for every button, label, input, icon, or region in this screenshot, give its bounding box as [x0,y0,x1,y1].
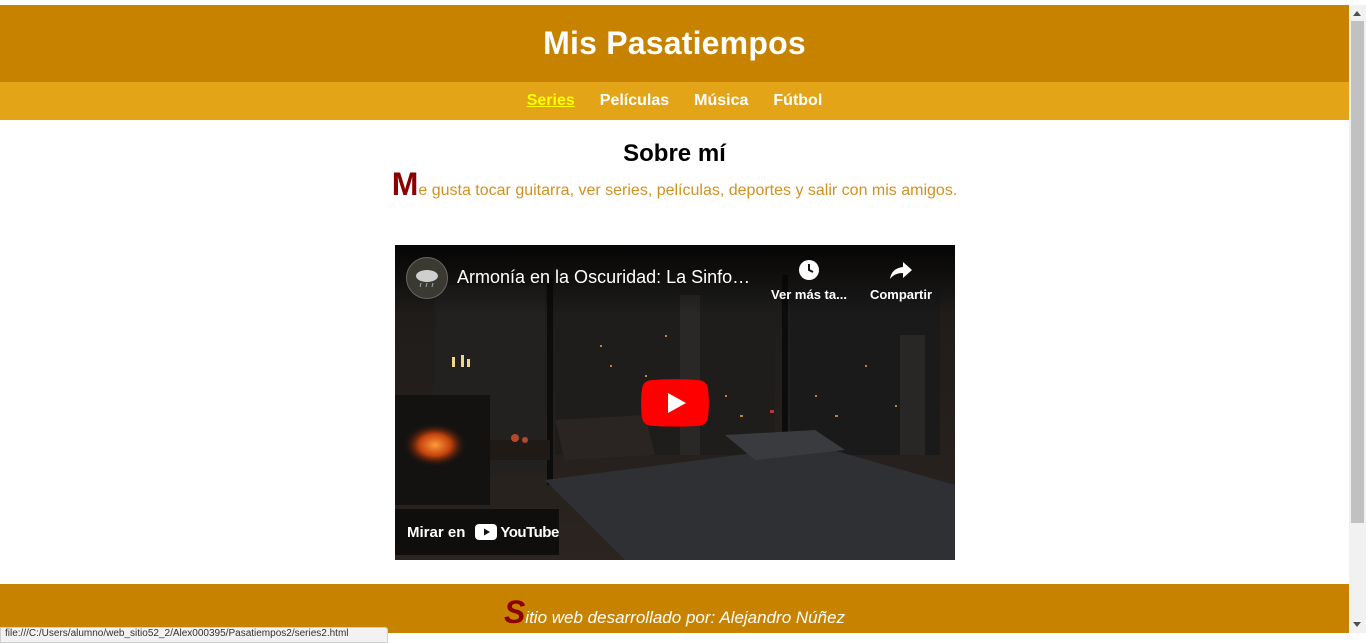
site-header: Mis Pasatiempos [0,5,1349,82]
footer-dropcap: S [503,594,526,630]
nav-link-musica[interactable]: Música [694,92,748,110]
about-dropcap: M [391,166,419,202]
cloud-rain-icon [416,270,438,288]
site-footer: Sitio web desarrollado por: Alejandro Nú… [0,584,1349,633]
play-button-icon[interactable] [641,379,709,427]
scrollbar-thumb[interactable] [1351,21,1364,523]
page-title: Mis Pasatiempos [543,25,806,61]
share-arrow-icon [890,262,912,279]
share-label: Compartir [869,287,933,302]
nav-link-peliculas[interactable]: Películas [600,92,669,110]
scroll-down-arrow-icon[interactable] [1353,622,1361,627]
footer-text: itio web desarrollado por: Alejandro Núñ… [525,608,846,627]
channel-avatar[interactable] [406,257,448,299]
youtube-embed[interactable]: Armonía en la Oscuridad: La Sinfoní... V… [395,245,955,560]
main-nav: Series Películas Música Fútbol [0,82,1349,120]
clock-icon [799,260,819,280]
vertical-scrollbar[interactable] [1349,5,1366,633]
about-heading: Sobre mí [623,140,726,167]
watch-on-label: Mirar en [407,523,466,541]
youtube-play-icon [475,524,498,540]
about-paragraph: Me gusta tocar guitarra, ver series, pel… [0,168,1349,200]
watch-later-label: Ver más ta... [771,287,847,302]
footer-credit: Sitio web desarrollado por: Alejandro Nú… [504,594,845,631]
status-bar-url: file:///C:/Users/alumno/web_sitio52_2/Al… [0,627,388,643]
video-title[interactable]: Armonía en la Oscuridad: La Sinfoní... [457,267,757,288]
watch-on-youtube-button[interactable]: Mirar en YouTube [395,509,559,555]
share-button[interactable]: Compartir [856,257,946,302]
nav-link-futbol[interactable]: Fútbol [773,92,822,110]
youtube-wordmark: YouTube [500,523,559,541]
about-text: e gusta tocar guitarra, ver series, pelí… [418,182,958,199]
nav-link-series[interactable]: Series [527,92,575,110]
youtube-logo: YouTube [475,523,559,541]
watch-later-button[interactable]: Ver más ta... [764,257,854,302]
scroll-up-arrow-icon[interactable] [1353,11,1361,16]
